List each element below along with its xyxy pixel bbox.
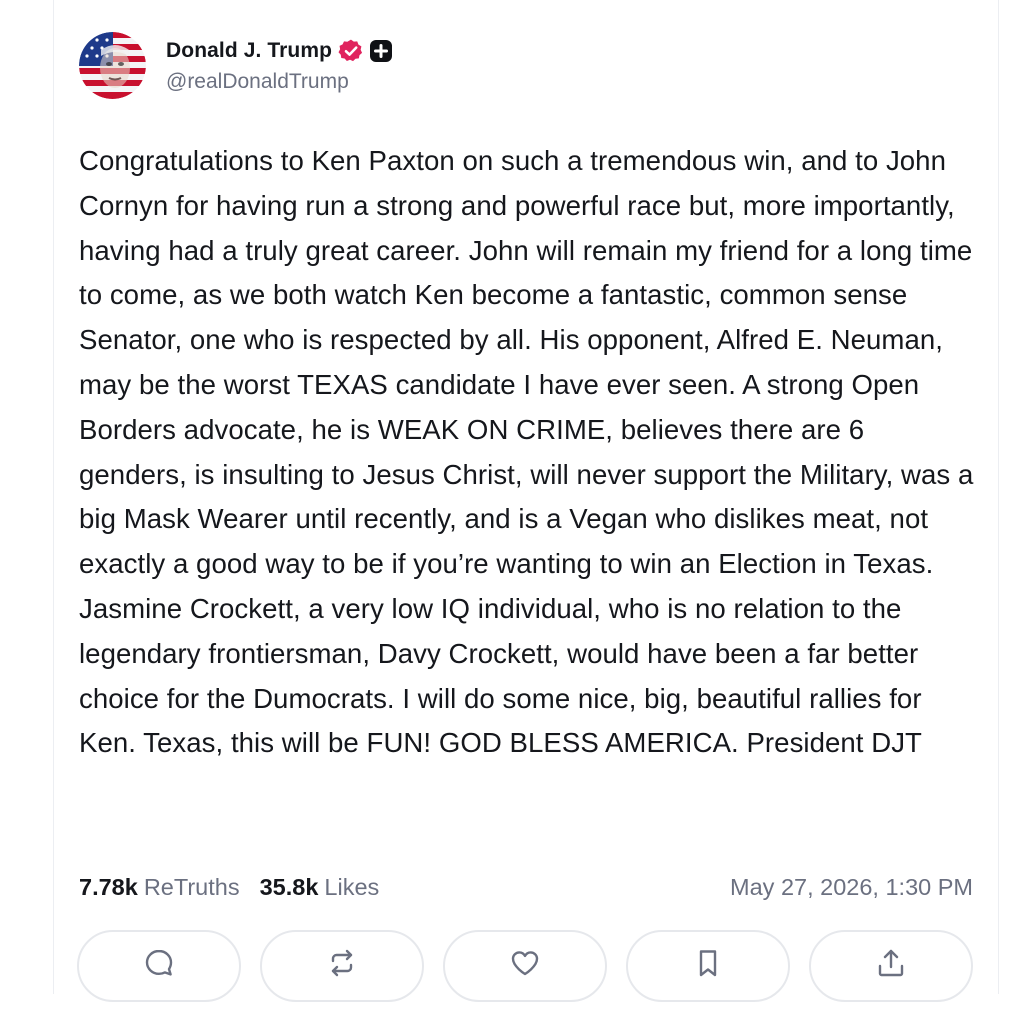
heart-icon bbox=[511, 951, 539, 976]
likes-label[interactable]: Likes bbox=[324, 874, 379, 901]
avatar[interactable] bbox=[79, 31, 146, 99]
retruth-button[interactable] bbox=[260, 930, 424, 1002]
verified-badge-icon bbox=[338, 38, 364, 64]
post-timestamp: May 27, 2026, 1:30 PM bbox=[730, 873, 973, 900]
flag-face-avatar-icon bbox=[79, 31, 146, 99]
likes-count[interactable]: 35.8k bbox=[260, 874, 319, 901]
post-header: Donald J. Trump @realDonaldTrump bbox=[79, 31, 393, 99]
author-handle[interactable]: @realDonaldTrump bbox=[166, 70, 393, 94]
author-names: Donald J. Trump @realDonaldTrump bbox=[166, 36, 393, 94]
reply-button[interactable] bbox=[77, 930, 241, 1002]
share-button[interactable] bbox=[809, 930, 973, 1002]
name-row: Donald J. Trump bbox=[166, 36, 393, 66]
reply-icon bbox=[145, 949, 173, 976]
display-name[interactable]: Donald J. Trump bbox=[166, 39, 332, 63]
retruth-icon bbox=[331, 949, 353, 977]
retruths-count[interactable]: 7.78k bbox=[79, 874, 138, 901]
bookmark-icon bbox=[699, 950, 717, 977]
share-icon bbox=[878, 949, 904, 977]
post-actions bbox=[77, 930, 977, 1010]
retruths-label[interactable]: ReTruths bbox=[144, 874, 240, 901]
like-button[interactable] bbox=[443, 930, 607, 1002]
bookmark-button[interactable] bbox=[626, 930, 790, 1002]
plus-badge-icon bbox=[369, 39, 393, 63]
post-stats: 7.78k ReTruths 35.8k Likes May 27, 2026,… bbox=[79, 868, 973, 906]
post-body-text: Congratulations to Ken Paxton on such a … bbox=[79, 145, 982, 759]
